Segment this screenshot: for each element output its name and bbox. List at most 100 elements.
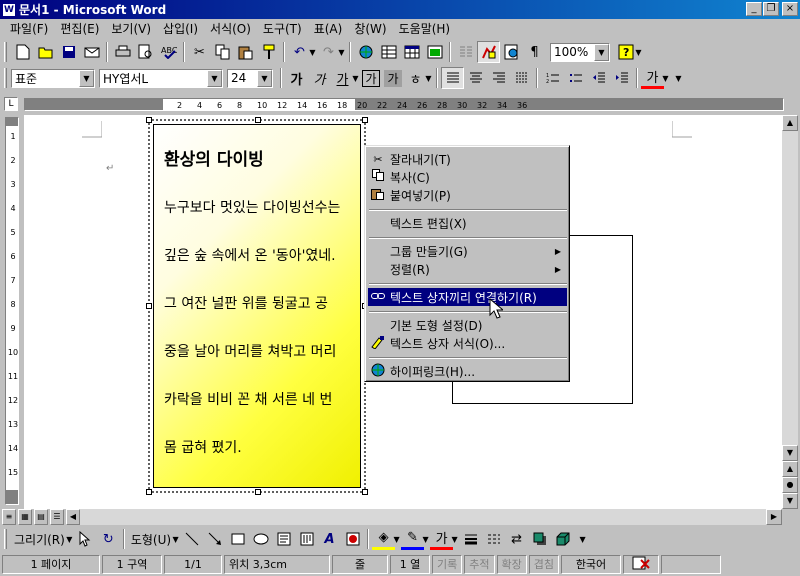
textbox-tool-icon[interactable] [272,528,295,550]
columns-icon[interactable] [454,41,477,63]
previous-page-button[interactable]: ▲ [782,461,798,477]
shadow-icon[interactable] [528,528,551,550]
web-layout-button[interactable]: ▦ [18,509,32,525]
menu-edit[interactable]: 편집(E) [54,20,105,38]
redo-dropdown-icon[interactable]: ▼ [337,48,346,57]
oval-icon[interactable] [249,528,272,550]
menu-item-default-shape[interactable]: 기본 도형 설정(D) [368,316,567,334]
insert-worksheet-icon[interactable] [423,41,446,63]
font-size-dropdown-icon[interactable]: ▼ [257,69,272,87]
scroll-left-button[interactable]: ◀ [66,509,80,525]
cut-icon[interactable]: ✂ [188,41,211,63]
restore-button[interactable]: ❐ [763,2,779,16]
drawing-font-color-dropdown-icon[interactable]: ▼ [450,535,459,544]
outline-view-button[interactable]: ☰ [50,509,64,525]
line-style-icon[interactable] [459,528,482,550]
font-combo[interactable]: HY엽서L ▼ [99,68,223,88]
resize-handle[interactable] [362,489,368,495]
status-record[interactable]: 기록 [432,555,463,574]
font-size-combo[interactable]: 24 ▼ [227,68,273,88]
email-icon[interactable] [80,41,103,63]
menu-item-copy[interactable]: 복사(C) [368,168,567,186]
resize-handle[interactable] [146,117,152,123]
italic-button[interactable]: 가 [308,67,331,89]
line-color-dropdown-icon[interactable]: ▼ [421,535,430,544]
3d-icon[interactable] [551,528,574,550]
next-page-button[interactable]: ▼ [782,493,798,509]
show-hide-icon[interactable]: ¶ [523,41,546,63]
copy-icon[interactable] [211,41,234,63]
wordart-icon[interactable]: A [318,528,341,550]
increase-indent-icon[interactable] [610,67,633,89]
spelling-status-icon[interactable] [623,555,659,574]
spelling-icon[interactable]: ABC [157,41,180,63]
menu-item-edit-text[interactable]: 텍스트 편집(X) [368,214,567,232]
print-preview-icon[interactable] [134,41,157,63]
horizontal-ruler[interactable]: L 2 4 6 8 10 12 14 16 18 20 22 24 26 28 30 32 34 36 [0,95,800,115]
status-extend[interactable]: 확장 [496,555,527,574]
zoom-combo[interactable]: 100% ▼ [550,42,610,62]
resize-handle[interactable] [362,117,368,123]
align-right-icon[interactable] [487,67,510,89]
format-painter-icon[interactable] [257,41,280,63]
print-layout-button[interactable]: ▤ [34,509,48,525]
status-language[interactable]: 한국어 [561,555,621,574]
free-rotate-icon[interactable]: ↻ [97,528,120,550]
drawbar-more-buttons-icon[interactable]: ▼ [578,535,587,544]
vertical-ruler[interactable]: 1 2 3 4 5 6 7 8 9 10 11 12 13 14 15 [0,115,24,509]
bullets-icon[interactable] [564,67,587,89]
insert-hyperlink-icon[interactable] [354,41,377,63]
char-border-button[interactable]: 가 [362,69,380,87]
scroll-up-button[interactable]: ▲ [782,115,798,131]
autoshapes-dropdown-icon[interactable]: ▼ [171,535,180,544]
undo-dropdown-icon[interactable]: ▼ [308,48,317,57]
dash-style-icon[interactable] [482,528,505,550]
resize-handle[interactable] [255,117,261,123]
select-objects-icon[interactable] [74,528,97,550]
open-folder-icon[interactable] [34,41,57,63]
char-shading-button[interactable]: 가 [384,69,402,87]
ruler-strip[interactable]: 2 4 6 8 10 12 14 16 18 20 22 24 26 28 30 32 34 36 [24,98,784,111]
align-justify-icon[interactable] [441,67,464,89]
phonetic-dropdown-icon[interactable]: ▼ [424,74,433,83]
toolbar-grip[interactable] [4,42,7,62]
menu-insert[interactable]: 삽입(I) [157,20,204,38]
zoom-dropdown-icon[interactable]: ▼ [594,43,609,61]
draw-menu-button[interactable]: 그리기(R) [11,531,68,548]
font-color-dropdown-icon[interactable]: ▼ [661,74,670,83]
decrease-indent-icon[interactable] [587,67,610,89]
menu-item-format-textbox[interactable]: 텍스트 상자 서식(O)... [368,334,567,352]
resize-handle[interactable] [146,303,152,309]
print-icon[interactable] [111,41,134,63]
vertical-textbox-icon[interactable] [295,528,318,550]
fill-color-dropdown-icon[interactable]: ▼ [392,535,401,544]
distribute-icon[interactable] [510,67,533,89]
menu-window[interactable]: 창(W) [348,20,392,38]
clipart-icon[interactable] [341,528,364,550]
font-dropdown-icon[interactable]: ▼ [207,69,222,87]
save-icon[interactable] [57,41,80,63]
insert-table-icon[interactable] [400,41,423,63]
horizontal-scrollbar[interactable]: ▶ [80,509,782,525]
help-dropdown-icon[interactable]: ▼ [634,48,643,57]
document-map-icon[interactable] [500,41,523,63]
normal-view-button[interactable]: ≡ [2,509,16,525]
scroll-right-button[interactable]: ▶ [766,509,782,525]
menu-view[interactable]: 보기(V) [105,20,157,38]
line-icon[interactable] [180,528,203,550]
drawing-toggle-icon[interactable] [477,41,500,63]
style-combo[interactable]: 표준 ▼ [11,68,95,88]
text-box[interactable]: 환상의 다이빙 누구보다 멋있는 다이빙선수는 깊은 숲 속에서 온 '동아'였… [153,124,361,488]
arrow-icon[interactable] [203,528,226,550]
underline-dropdown-icon[interactable]: ▼ [351,74,360,83]
menu-item-order[interactable]: 정렬(R) ▶ [368,260,567,278]
paste-icon[interactable] [234,41,257,63]
align-center-icon[interactable] [464,67,487,89]
menu-item-hyperlink[interactable]: 하이퍼링크(H)... [368,362,567,380]
status-track[interactable]: 추적 [464,555,495,574]
vertical-ruler-strip[interactable]: 1 2 3 4 5 6 7 8 9 10 11 12 13 14 15 [5,117,19,505]
menu-item-group[interactable]: 그룹 만들기(G) ▶ [368,242,567,260]
select-browse-object-button[interactable]: ● [782,477,798,493]
arrow-style-icon[interactable]: ⇄ [505,528,528,550]
menu-item-cut[interactable]: ✂ 잘라내기(T) [368,150,567,168]
